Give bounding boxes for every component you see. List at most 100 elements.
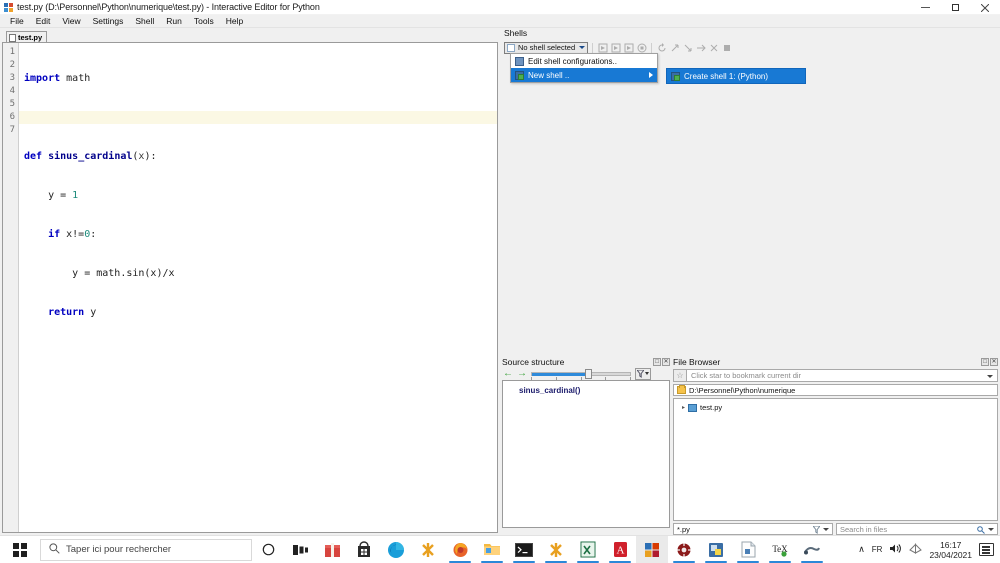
menu-view[interactable]: View bbox=[56, 15, 86, 28]
taskbar-firefox-icon[interactable] bbox=[444, 536, 476, 563]
language-indicator[interactable]: FR bbox=[872, 545, 883, 554]
structure-filter-button[interactable] bbox=[635, 367, 651, 380]
source-structure-list[interactable]: sinus_cardinal() bbox=[502, 380, 670, 528]
menu-edit[interactable]: Edit bbox=[30, 15, 57, 28]
line-number: 4 bbox=[9, 86, 15, 96]
taskbar-pyzo-icon[interactable] bbox=[412, 536, 444, 563]
menu-item-edit-shell-configurations[interactable]: Edit shell configurations.. bbox=[511, 54, 657, 68]
taskbar-settings-wheel-icon[interactable] bbox=[668, 536, 700, 563]
action-center-icon[interactable] bbox=[979, 543, 994, 556]
code-line: return y bbox=[24, 307, 97, 318]
stop-icon[interactable] bbox=[721, 42, 732, 53]
run-file-icon[interactable] bbox=[597, 42, 608, 53]
source-structure-item[interactable]: sinus_cardinal() bbox=[503, 385, 669, 396]
cortana-button[interactable] bbox=[252, 536, 284, 563]
float-panel-button[interactable]: □ bbox=[653, 357, 661, 366]
wifi-icon[interactable] bbox=[909, 543, 923, 556]
file-tree[interactable]: ▸ test.py bbox=[673, 398, 998, 521]
editor-tab-label: test.py bbox=[18, 33, 43, 42]
shell-selector-value: No shell selected bbox=[518, 43, 576, 52]
shell-output-area[interactable] bbox=[504, 55, 996, 348]
tray-chevron-icon[interactable]: ∧ bbox=[858, 544, 865, 555]
debug-step-icon[interactable] bbox=[669, 42, 680, 53]
filter-icon bbox=[811, 525, 822, 534]
code-line-current bbox=[19, 111, 497, 124]
volume-icon[interactable] bbox=[889, 543, 902, 556]
pyzo-application-window: test.py (D:\Personnel\Python\numerique\t… bbox=[0, 0, 1000, 563]
debug-stepin-icon[interactable] bbox=[682, 42, 693, 53]
taskbar-pyzo-editor-icon[interactable] bbox=[540, 536, 572, 563]
current-path-field[interactable]: D:\Personnel\Python\numerique bbox=[673, 384, 998, 396]
close-panel-button[interactable]: ✕ bbox=[662, 357, 670, 366]
search-placeholder: Search in files bbox=[840, 524, 888, 534]
menu-item-label: New shell .. bbox=[528, 70, 570, 80]
taskbar-scilab-icon[interactable] bbox=[796, 536, 828, 563]
minimize-button[interactable] bbox=[910, 0, 940, 15]
menu-item-new-shell[interactable]: New shell .. bbox=[511, 68, 657, 82]
file-icon bbox=[9, 33, 16, 42]
menu-run[interactable]: Run bbox=[160, 15, 188, 28]
taskbar-microsoft-store-icon[interactable] bbox=[348, 536, 380, 563]
task-view-button[interactable] bbox=[284, 536, 316, 563]
source-structure-panel: Source structure □ ✕ ← → sinus_cardinal(… bbox=[502, 356, 670, 533]
menu-item-label: Edit shell configurations.. bbox=[528, 56, 617, 66]
code-text[interactable]: import math def sinus_cardinal(x): y = 1… bbox=[19, 43, 497, 532]
taskbar-tex-editor-icon[interactable]: TeX bbox=[764, 536, 796, 563]
search-in-files-input[interactable]: Search in files bbox=[836, 523, 998, 535]
menu-shell[interactable]: Shell bbox=[129, 15, 160, 28]
source-structure-header: Source structure □ ✕ bbox=[502, 356, 670, 367]
file-browser-header: File Browser □ ✕ bbox=[673, 356, 998, 367]
close-button[interactable] bbox=[970, 0, 1000, 15]
file-filter-value: *.py bbox=[677, 524, 690, 534]
debug-stepover-icon[interactable] bbox=[695, 42, 706, 53]
code-line: def sinus_cardinal(x): bbox=[24, 151, 157, 162]
restart-icon[interactable] bbox=[656, 42, 667, 53]
shell-selector-combobox[interactable]: No shell selected bbox=[504, 41, 589, 54]
taskbar-acrobat-reader-icon[interactable]: A bbox=[604, 536, 636, 563]
taskbar-excel-icon[interactable] bbox=[572, 536, 604, 563]
taskbar-clock[interactable]: 16:17 23/04/2021 bbox=[929, 540, 972, 560]
taskbar-terminal-icon[interactable] bbox=[508, 536, 540, 563]
line-number-gutter: 1 2 3 4 5 6 7 bbox=[3, 43, 19, 532]
taskbar-search-input[interactable]: Taper ici pour rechercher bbox=[40, 538, 252, 561]
menu-help[interactable]: Help bbox=[220, 15, 249, 28]
bookmark-combobox[interactable]: Click star to bookmark current dir bbox=[687, 369, 998, 382]
taskbar-gift-icon[interactable] bbox=[316, 536, 348, 563]
menu-file[interactable]: File bbox=[4, 15, 30, 28]
run-selection-icon[interactable] bbox=[610, 42, 621, 53]
shell-icon bbox=[515, 70, 524, 80]
code-editor[interactable]: 1 2 3 4 5 6 7 import math def sinus_card… bbox=[2, 42, 498, 533]
window-titlebar: test.py (D:\Personnel\Python\numerique\t… bbox=[0, 0, 1000, 15]
back-arrow-icon[interactable]: ← bbox=[503, 368, 513, 379]
chevron-down-icon[interactable] bbox=[823, 528, 829, 531]
start-button[interactable] bbox=[0, 536, 40, 563]
close-panel-button[interactable]: ✕ bbox=[990, 357, 998, 366]
app-logo-icon bbox=[4, 2, 13, 12]
new-shell-submenu: Create shell 1: (Python) bbox=[666, 68, 806, 84]
maximize-restore-button[interactable] bbox=[940, 0, 970, 15]
close-shell-icon[interactable] bbox=[708, 42, 719, 53]
chevron-down-icon[interactable] bbox=[988, 528, 994, 531]
taskbar-edge-browser-icon[interactable] bbox=[380, 536, 412, 563]
interrupt-icon[interactable] bbox=[636, 42, 647, 53]
file-tree-row[interactable]: ▸ test.py bbox=[674, 402, 997, 413]
taskbar-python-idle-icon[interactable] bbox=[700, 536, 732, 563]
show-level-slider[interactable] bbox=[531, 368, 631, 380]
file-browser-bottom-bar: *.py Search in files bbox=[673, 523, 998, 535]
star-icon[interactable]: ☆ bbox=[673, 369, 687, 382]
menu-tools[interactable]: Tools bbox=[188, 15, 220, 28]
taskbar-file-explorer-icon[interactable] bbox=[476, 536, 508, 563]
file-filter-input[interactable]: *.py bbox=[673, 523, 833, 535]
float-panel-button[interactable]: □ bbox=[981, 357, 989, 366]
taskbar-office-icon[interactable] bbox=[636, 535, 668, 563]
expander-icon[interactable]: ▸ bbox=[682, 404, 685, 411]
forward-arrow-icon[interactable]: → bbox=[517, 368, 527, 379]
run-cell-icon[interactable] bbox=[623, 42, 634, 53]
toolbar-separator bbox=[651, 42, 653, 53]
taskbar-python-doc-icon[interactable] bbox=[732, 536, 764, 563]
submenu-arrow-icon bbox=[649, 72, 653, 78]
menu-item-create-shell-1-python[interactable]: Create shell 1: (Python) bbox=[667, 69, 805, 83]
shell-icon bbox=[671, 71, 680, 81]
toolbar-separator bbox=[592, 42, 594, 53]
menu-settings[interactable]: Settings bbox=[87, 15, 130, 28]
